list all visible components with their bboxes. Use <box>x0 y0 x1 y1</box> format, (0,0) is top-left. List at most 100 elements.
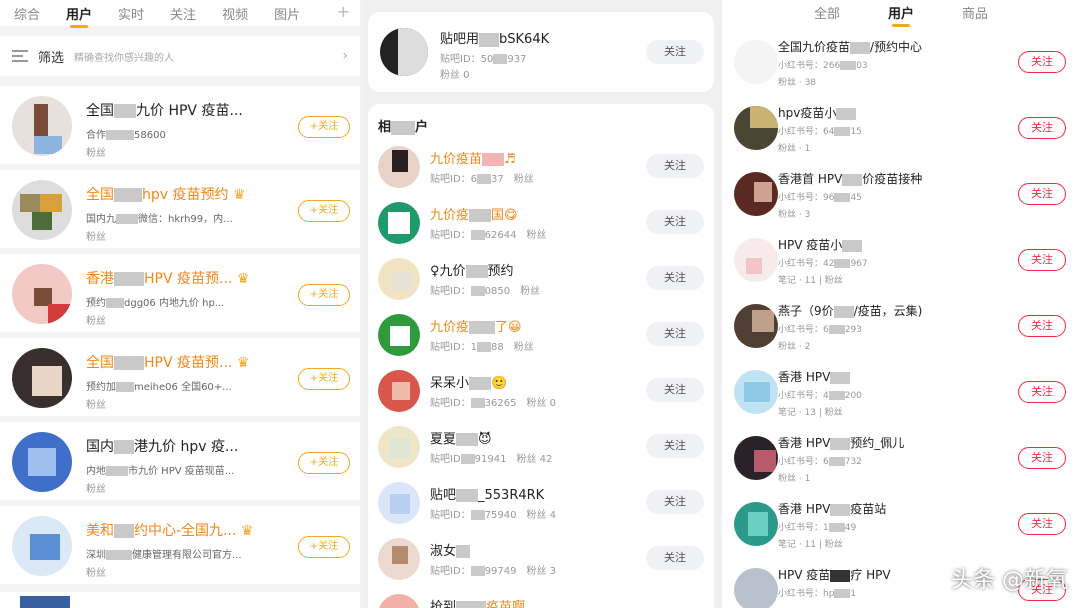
avatar <box>378 258 420 300</box>
follow-button[interactable]: 关注 <box>1018 117 1066 139</box>
follow-button[interactable]: 关注 <box>1018 249 1066 271</box>
tab-all[interactable]: 全部 <box>814 3 840 22</box>
follow-button[interactable]: 关注 <box>646 266 704 290</box>
avatar <box>734 304 778 348</box>
user-fans: 粉丝 <box>86 568 106 579</box>
follow-button[interactable]: 关注 <box>1018 447 1066 469</box>
user-name: 香港 HPV <box>778 368 851 385</box>
user-fans: 粉丝 <box>86 484 106 495</box>
avatar <box>378 314 420 356</box>
list-item[interactable]: 淑女 贴吧ID： 99749 粉丝 3 关注 <box>368 532 714 588</box>
list-item[interactable]: 全国 九价 HPV 疫苗... 合作 58600 粉丝 +关注 <box>0 86 360 164</box>
user-id: 贴吧ID： 99749 粉丝 3 <box>430 566 557 577</box>
tab-users[interactable]: 用户 <box>888 3 914 27</box>
filter-menu-icon <box>12 50 28 62</box>
avatar <box>734 40 778 84</box>
user-id: 小红书号：hp 1 <box>778 589 857 599</box>
next-row-partial <box>0 592 360 608</box>
follow-button[interactable]: +关注 <box>298 452 350 474</box>
follow-button[interactable]: 关注 <box>1018 51 1066 73</box>
search-tabs: 综合 用户 实时 关注 视频 图片 + <box>0 0 360 28</box>
user-stats: 粉丝 · 38 <box>778 78 817 88</box>
follow-button[interactable]: 关注 <box>1018 513 1066 535</box>
list-item[interactable]: 呆呆小 🙂 贴吧ID： 36265 粉丝 0 关注 <box>368 364 714 420</box>
follow-button[interactable]: 关注 <box>1018 183 1066 205</box>
avatar <box>378 594 420 608</box>
list-item[interactable]: 全国 HPV 疫苗预... ♛ 预约加 meihe06 全国60+... 粉丝 +关… <box>0 338 360 416</box>
user-stats: 粉丝 · 1 <box>778 474 811 484</box>
follow-button[interactable]: 关注 <box>646 322 704 346</box>
follow-button[interactable]: 关注 <box>646 210 704 234</box>
follow-button[interactable]: 关注 <box>646 434 704 458</box>
follow-button[interactable]: +关注 <box>298 284 350 306</box>
avatar <box>12 348 72 408</box>
list-item[interactable]: 国内 港九价 hpv 疫... 内地 市九价 HPV 疫苗现苗... 粉丝 +关注 <box>0 422 360 500</box>
tab-images[interactable]: 图片 <box>274 4 300 23</box>
list-item[interactable]: hpv疫苗小 小红书号：64 15 粉丝 · 1 关注 <box>722 96 1080 162</box>
list-item[interactable]: 全国九价疫苗/预约中心 小红书号：266 03 粉丝 · 38 关注 <box>722 30 1080 96</box>
list-item[interactable]: 香港 HPV 疫苗预... ♛ 预约 dgg06 内地九价 hp... 粉丝 +关注 <box>0 254 360 332</box>
list-item[interactable]: HPV 疫苗小 小红书号：42 967 笔记 · 11 | 粉丝 关注 <box>722 228 1080 294</box>
follow-button[interactable]: +关注 <box>298 116 350 138</box>
list-item[interactable]: 夏夏 😈 贴吧ID 91941 粉丝 42 关注 <box>368 420 714 476</box>
list-item[interactable]: 燕子（9价/疫苗，云集) 小红书号：6 293 粉丝 · 2 关注 <box>722 294 1080 360</box>
user-fans: 粉丝 <box>86 148 106 159</box>
avatar <box>380 28 428 76</box>
user-id: 小红书号：64 15 <box>778 127 862 137</box>
follow-button[interactable]: 关注 <box>646 40 704 64</box>
list-item[interactable]: 抢到 疫苗啊 <box>368 588 714 608</box>
follow-button[interactable]: 关注 <box>646 154 704 178</box>
user-id: 贴吧ID：6 37 粉丝 <box>430 174 534 185</box>
plus-icon[interactable]: + <box>337 2 350 21</box>
list-item[interactable]: 香港首 HPV 价疫苗接种 小红书号：96 45 粉丝 · 3 关注 <box>722 162 1080 228</box>
follow-button[interactable]: +关注 <box>298 368 350 390</box>
follow-button[interactable]: 关注 <box>1018 381 1066 403</box>
tab-goods[interactable]: 商品 <box>962 3 988 22</box>
user-desc: 国内九 微信：hkrh99，内... <box>86 214 233 225</box>
related-users-card: 相户 九价疫苗 ♬ 贴吧ID：6 37 粉丝 关注 九价疫 国😋 贴吧ID： 62644… <box>368 104 714 608</box>
avatar <box>12 516 72 576</box>
list-item[interactable]: 美和 约中心-全国九... ♛ 深圳 健康管理有限公司官方... 粉丝 +关注 <box>0 506 360 584</box>
user-name: HPV 疫苗疗 HPV <box>778 568 891 582</box>
user-name: 淑女 <box>430 540 471 559</box>
chevron-right-icon: › <box>342 48 348 64</box>
list-item[interactable]: 九价疫 了😀 贴吧ID：1 88 粉丝 关注 <box>368 308 714 364</box>
search-tabs: 全部 用户 商品 <box>722 0 1080 27</box>
avatar <box>378 538 420 580</box>
tab-realtime[interactable]: 实时 <box>118 4 144 23</box>
tab-users[interactable]: 用户 <box>66 4 92 28</box>
avatar <box>734 568 778 608</box>
avatar <box>734 172 778 216</box>
list-item[interactable]: ♀九价 预约 贴吧ID： 0850 粉丝 关注 <box>368 252 714 308</box>
follow-button[interactable]: 关注 <box>646 546 704 570</box>
user-fans: 粉丝 <box>86 400 106 411</box>
tab-follow[interactable]: 关注 <box>170 4 196 23</box>
user-name: 呆呆小 🙂 <box>430 376 508 391</box>
panel-xiaohongshu-users: 全部 用户 商品 全国九价疫苗/预约中心 小红书号：266 03 粉丝 · 38 … <box>722 0 1080 608</box>
filter-bar[interactable]: 筛选 精确查找你感兴趣的人 › <box>0 36 360 76</box>
list-item[interactable]: 香港 HPV 小红书号：4 200 笔记 · 13 | 粉丝 关注 <box>722 360 1080 426</box>
list-item[interactable]: 香港 HPV 疫苗站 小红书号：1 49 笔记 · 11 | 粉丝 关注 <box>722 492 1080 558</box>
follow-button[interactable]: +关注 <box>298 200 350 222</box>
top-user-card[interactable]: 贴吧用 bSK64K 贴吧ID：50 937 粉丝 0 关注 <box>368 12 714 92</box>
follow-button[interactable]: 关注 <box>646 490 704 514</box>
user-name: hpv疫苗小 <box>778 104 857 121</box>
user-id: 贴吧ID： 62644 粉丝 <box>430 230 547 241</box>
user-stats: 粉丝 · 1 <box>778 144 811 154</box>
user-id: 小红书号：42 967 <box>778 259 868 269</box>
follow-button[interactable]: 关注 <box>1018 315 1066 337</box>
tab-video[interactable]: 视频 <box>222 4 248 23</box>
user-name: 全国九价疫苗/预约中心 <box>778 40 923 54</box>
user-name: 香港 HPV 疫苗站 <box>778 502 887 516</box>
follow-button[interactable]: 关注 <box>646 378 704 402</box>
list-item[interactable]: 九价疫苗 ♬ 贴吧ID：6 37 粉丝 关注 <box>368 140 714 196</box>
list-item[interactable]: 香港 HPV 预约_佩儿 小红书号：6 732 粉丝 · 1 关注 <box>722 426 1080 492</box>
list-item[interactable]: 全国 hpv 疫苗预约 ♛ 国内九 微信：hkrh99，内... 粉丝 +关注 <box>0 170 360 248</box>
avatar <box>378 370 420 412</box>
follow-button[interactable]: +关注 <box>298 536 350 558</box>
watermark: 头条 @新氧 <box>951 568 1068 593</box>
list-item[interactable]: 贴吧 _553R4RK 贴吧ID： 75940 粉丝 4 关注 <box>368 476 714 532</box>
user-desc: 深圳 健康管理有限公司官方... <box>86 550 242 561</box>
list-item[interactable]: 九价疫 国😋 贴吧ID： 62644 粉丝 关注 <box>368 196 714 252</box>
tab-all[interactable]: 综合 <box>14 4 40 23</box>
